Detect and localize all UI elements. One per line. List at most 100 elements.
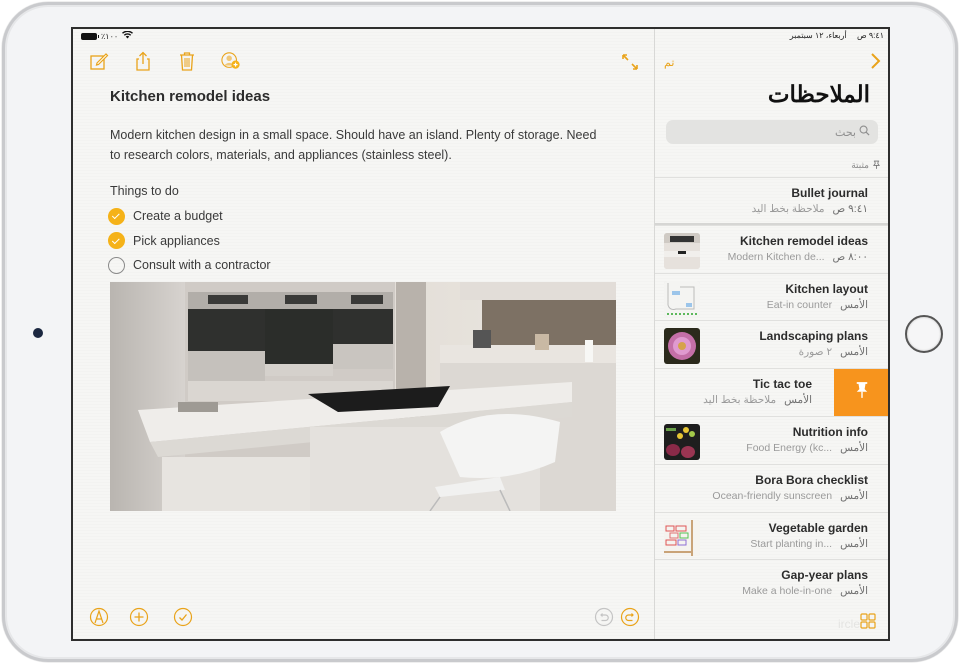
note-list-item[interactable]: Bora Bora checklist الأمس Ocean-friendly s… (655, 463, 888, 512)
expand-arrows-icon[interactable] (621, 53, 639, 71)
add-person-icon[interactable] (221, 51, 241, 71)
checklist-item: Consult with a contractor (108, 253, 271, 278)
search-placeholder: بحث (835, 126, 856, 139)
note-subtitle: الأمس Make a hole-in-one (742, 585, 868, 597)
undo-icon[interactable] (594, 607, 614, 627)
note-preview: ملاحظة بخط اليد (751, 203, 825, 215)
note-date: الأمس (840, 489, 868, 502)
scrolled-ghost-text: ircle (837, 617, 860, 631)
note-preview: ملاحظة بخط اليد (703, 394, 777, 407)
note-bottom-toolbar (89, 607, 640, 629)
note-date: ٨:٠٠ ص (832, 250, 868, 263)
checklist-icon[interactable] (173, 607, 193, 627)
note-title: Kitchen remodel ideas (739, 233, 868, 248)
note-preview: Ocean-friendly sunscreen (712, 489, 833, 502)
note-thumbnail (664, 519, 700, 556)
front-camera (33, 328, 43, 338)
gallery-view-icon[interactable] (860, 613, 876, 629)
note-subtitle: الأمس Ocean-friendly sunscreen (712, 490, 868, 502)
note-list-item[interactable]: Nutrition info الأمس Food Energy (kc... (655, 415, 888, 464)
checklist-heading[interactable]: Things to do (110, 184, 179, 198)
status-time: ٩:٤١ ص (856, 31, 884, 40)
note-body[interactable]: Modern kitchen design in a small space. … (110, 125, 610, 165)
note-list-item[interactable]: Bullet journal ٩:٤١ ص ملاحظة بخط اليد (655, 177, 888, 225)
add-icon[interactable] (129, 607, 149, 627)
wifi-icon (122, 30, 134, 41)
checklist-item: Pick appliances (108, 229, 271, 254)
status-date: أربعاء، ١٢ سبتمبر (789, 31, 847, 40)
checklist-item-label[interactable]: Create a budget (133, 209, 223, 223)
search-field[interactable]: بحث (666, 120, 878, 144)
ipad-frame: ٪١٠٠ Kitchen remodel ideas Modern kitche… (2, 2, 958, 662)
note-thumbnail (664, 328, 700, 365)
note-preview: Modern Kitchen de... (727, 250, 825, 263)
home-button[interactable] (905, 315, 943, 353)
kitchen-photo[interactable] (110, 282, 616, 511)
markup-icon[interactable] (89, 607, 109, 627)
redo-icon[interactable] (620, 607, 640, 627)
note-title: Bora Bora checklist (755, 472, 868, 487)
note-thumbnail (664, 423, 700, 460)
trash-icon[interactable] (177, 51, 197, 71)
checkbox[interactable] (108, 207, 125, 225)
note-date: ٩:٤١ ص (832, 203, 868, 215)
note-list-item[interactable]: Kitchen remodel ideas ٨:٠٠ ص Modern Kitche… (655, 224, 888, 273)
notes-list: Bullet journal ٩:٤١ ص ملاحظة بخط اليد Kitch… (655, 177, 888, 607)
checkbox[interactable] (108, 256, 125, 274)
note-date: الأمس (840, 298, 868, 311)
screen: ٪١٠٠ Kitchen remodel ideas Modern kitche… (71, 27, 890, 641)
note-list-item[interactable]: Gap-year plans الأمس Make a hole-in-one (655, 559, 888, 607)
note-title: Kitchen layout (785, 281, 868, 296)
checkbox[interactable] (108, 232, 125, 250)
note-title: Gap-year plans (781, 568, 868, 583)
checklist-item: Create a budget (108, 204, 271, 229)
compose-icon[interactable] (89, 51, 109, 71)
note-date: الأمس (840, 346, 868, 359)
note-detail-pane: ٪١٠٠ Kitchen remodel ideas Modern kitche… (73, 29, 654, 639)
note-subtitle: الأمس Food Energy (kc... (746, 442, 868, 454)
search-icon (859, 123, 870, 141)
note-preview: Eat-in counter (766, 298, 833, 311)
note-thumbnail (664, 232, 700, 269)
note-date: الأمس (840, 441, 868, 454)
pinned-section-header: مثبتة (851, 160, 880, 171)
note-title: Tic tac toe (752, 377, 812, 392)
note-preview: Make a hole-in-one (742, 585, 833, 598)
checklist: Create a budget Pick appliances Consult … (108, 204, 271, 278)
sidebar-title: الملاحظات (767, 81, 870, 107)
note-date: الأمس (784, 394, 812, 407)
note-list-item[interactable]: Vegetable garden الأمس Start planting in..… (655, 511, 888, 560)
checklist-item-label[interactable]: Pick appliances (133, 234, 220, 248)
status-bar-right: ٩:٤١ ص أربعاء، ١٢ سبتمبر (782, 31, 884, 40)
pin-icon (873, 160, 880, 171)
notes-list-sidebar: ٩:٤١ ص أربعاء، ١٢ سبتمبر تم الملاحظات بح… (654, 29, 888, 639)
share-icon[interactable] (133, 51, 153, 71)
battery-icon (81, 32, 99, 40)
note-date: الأمس (840, 585, 868, 598)
done-button[interactable]: تم (664, 56, 674, 69)
checklist-item-label[interactable]: Consult with a contractor (133, 258, 271, 272)
note-title[interactable]: Kitchen remodel ideas (110, 88, 270, 105)
note-title: Landscaping plans (759, 329, 868, 344)
note-list-item[interactable]: Kitchen layout الأمس Eat-in counter (655, 272, 888, 321)
note-toolbar (89, 51, 241, 71)
note-date: الأمس (840, 537, 868, 550)
note-subtitle: الأمس ملاحظة بخط اليد (703, 394, 812, 406)
status-bar-left: ٪١٠٠ (81, 30, 134, 41)
note-subtitle: الأمس ٢ صورة (799, 346, 868, 358)
battery-percent: ٪١٠٠ (101, 31, 119, 41)
chevron-back-icon[interactable] (870, 51, 882, 71)
note-preview: Start planting in... (750, 537, 833, 550)
note-thumbnail (664, 280, 700, 317)
note-subtitle: ٨:٠٠ ص Modern Kitchen de... (728, 251, 868, 263)
note-list-item[interactable]: Tic tac toe الأمس ملاحظة بخط اليد (655, 368, 888, 416)
pin-icon (855, 381, 869, 404)
note-preview: ٢ صورة (798, 346, 833, 359)
pin-action-button[interactable] (834, 369, 888, 416)
note-title: Vegetable garden (768, 520, 868, 535)
note-subtitle: الأمس Eat-in counter (767, 299, 868, 311)
pinned-label: مثبتة (851, 160, 869, 170)
note-list-item[interactable]: Landscaping plans الأمس ٢ صورة (655, 320, 888, 368)
note-title: Bullet journal (791, 186, 868, 200)
note-preview: Food Energy (kc... (746, 441, 833, 454)
